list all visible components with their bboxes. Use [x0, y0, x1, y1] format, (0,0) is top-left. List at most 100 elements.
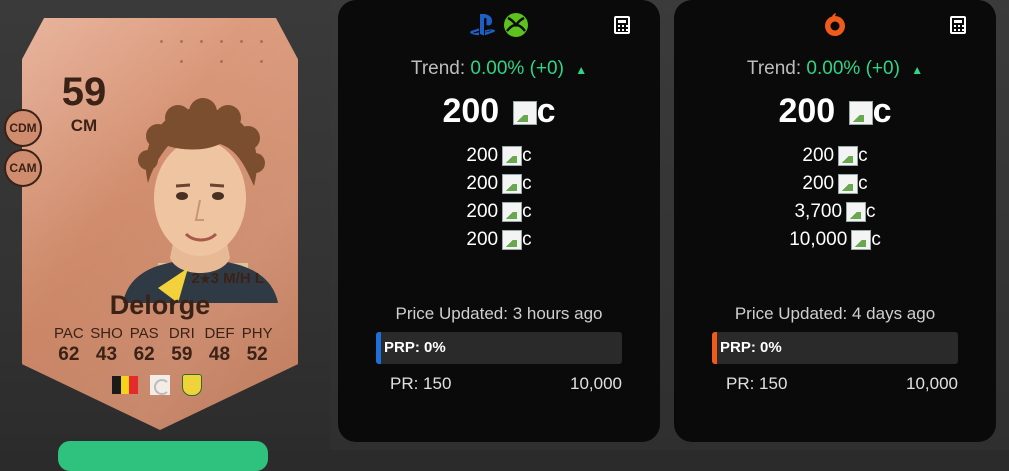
prp-label: PRP: 0%	[720, 339, 782, 356]
stat-label: DRI	[168, 325, 195, 342]
list-item: 10,000 c	[674, 226, 996, 254]
coin-suffix: c	[858, 173, 868, 194]
price-value: 200	[802, 145, 835, 166]
playstation-icon	[470, 14, 496, 36]
coin-suffix: c	[858, 145, 868, 166]
card-stats: PAC SHO PAS DRI DEF PHY 62 43 62 59 48 5…	[50, 325, 276, 366]
stat-label: PAC	[53, 325, 84, 342]
coin-suffix: c	[536, 92, 556, 130]
main-price: 200 c	[674, 92, 996, 131]
price-panel-pc: Trend: 0.00% (+0) ▲ 200 c 200 c 200 c 3,70…	[674, 0, 996, 442]
list-item: 3,700 c	[674, 198, 996, 226]
stat-value: 62	[133, 344, 155, 365]
stat-label: PHY	[241, 325, 273, 342]
list-item: 200 c	[338, 198, 660, 226]
coin-image-icon	[502, 201, 523, 222]
stat-label: DEF	[204, 325, 235, 342]
price-updated: Price Updated: 4 days ago	[734, 304, 936, 323]
stat-value: 52	[246, 344, 268, 365]
list-item: 200 c	[338, 142, 660, 170]
price-updated: Price Updated: 3 hours ago	[395, 304, 603, 323]
coin-image-icon	[512, 101, 537, 126]
list-item: 200 c	[674, 142, 996, 170]
stat-label: PAS	[129, 325, 159, 342]
coin-suffix: c	[872, 92, 892, 130]
player-card[interactable]: 59 CM 2★3 M/H L Delorge PAC SHO PAS DRI …	[22, 18, 298, 430]
prp-edge	[376, 332, 381, 364]
coin-suffix: c	[522, 229, 532, 250]
coin-image-icon	[502, 173, 523, 194]
stat-value: 43	[95, 344, 118, 365]
coin-image-icon	[502, 229, 523, 250]
price-panel-console: Trend: 0.00% (+0) ▲ 200 c 200 c 200 c 200 c…	[338, 0, 660, 442]
work-rates: M/H	[223, 270, 251, 287]
price-value: 3,700	[794, 201, 843, 222]
trend-up-icon: ▲	[911, 63, 924, 77]
action-button[interactable]	[58, 441, 268, 471]
price-value: 200	[466, 201, 499, 222]
main-price-value: 200	[442, 92, 500, 130]
price-range-min: PR: 150	[390, 374, 452, 393]
prp-label: PRP: 0%	[384, 339, 446, 356]
coin-image-icon	[846, 201, 867, 222]
price-value: 200	[802, 173, 835, 194]
list-item: 200 c	[338, 170, 660, 198]
card-badges	[112, 374, 202, 396]
weak-foot: 3	[210, 270, 219, 287]
xbox-icon	[504, 13, 528, 37]
origin-icon	[825, 13, 845, 36]
coin-suffix: c	[522, 201, 532, 222]
trend-value: 0.00% (+0)	[470, 58, 564, 79]
main-price: 200 c	[338, 92, 660, 131]
platform-icons	[674, 12, 996, 38]
prp-bar: PRP: 0%	[376, 332, 622, 364]
price-value: 200	[466, 145, 499, 166]
nation-flag-icon	[112, 376, 139, 394]
list-item: 200 c	[338, 226, 660, 254]
coin-suffix: c	[522, 173, 532, 194]
alt-position-cdm: CDM	[4, 109, 42, 147]
price-value: 10,000	[789, 229, 848, 250]
coin-image-icon	[851, 229, 872, 250]
coin-suffix: c	[866, 201, 876, 222]
player-name: Delorge	[109, 290, 211, 320]
club-badge-icon	[182, 374, 202, 396]
coin-image-icon	[848, 101, 873, 126]
stat-value: 62	[58, 344, 80, 365]
stat-label: SHO	[90, 325, 123, 342]
stat-value: 59	[171, 344, 193, 365]
coin-suffix: c	[522, 145, 532, 166]
coin-image-icon	[838, 145, 859, 166]
price-value: 200	[466, 173, 499, 194]
alt-position-cam: CAM	[4, 149, 42, 187]
trend-label: Trend:	[410, 58, 466, 79]
price-value: 200	[466, 229, 499, 250]
trend-label: Trend:	[746, 58, 802, 79]
trend-value: 0.00% (+0)	[806, 58, 900, 79]
card-rating: 59	[61, 70, 107, 114]
price-list: 200 c 200 c 3,700 c 10,000 c	[674, 142, 996, 254]
price-range-max: 10,000	[906, 374, 958, 393]
skill-moves: 2	[191, 270, 200, 287]
list-item: 200 c	[674, 170, 996, 198]
trend-line: Trend: 0.00% (+0) ▲	[338, 58, 660, 80]
main-price-value: 200	[778, 92, 836, 130]
coin-image-icon	[502, 145, 523, 166]
platform-icons	[338, 12, 660, 38]
card-attributes: 2★3 M/H L	[192, 270, 264, 287]
coin-suffix: c	[871, 229, 881, 250]
card-position: CM	[70, 116, 98, 135]
star-icon: ★	[199, 272, 211, 286]
calculator-icon[interactable]	[950, 16, 966, 34]
body-type: L	[254, 270, 264, 287]
prp-edge	[712, 332, 717, 364]
stat-value: 48	[208, 344, 231, 365]
calculator-icon[interactable]	[614, 16, 630, 34]
prp-bar: PRP: 0%	[712, 332, 958, 364]
price-list: 200 c 200 c 200 c 200 c	[338, 142, 660, 254]
league-badge-icon	[150, 375, 170, 395]
price-range-max: 10,000	[570, 374, 622, 393]
trend-up-icon: ▲	[575, 63, 588, 77]
trend-line: Trend: 0.00% (+0) ▲	[674, 58, 996, 80]
coin-image-icon	[838, 173, 859, 194]
